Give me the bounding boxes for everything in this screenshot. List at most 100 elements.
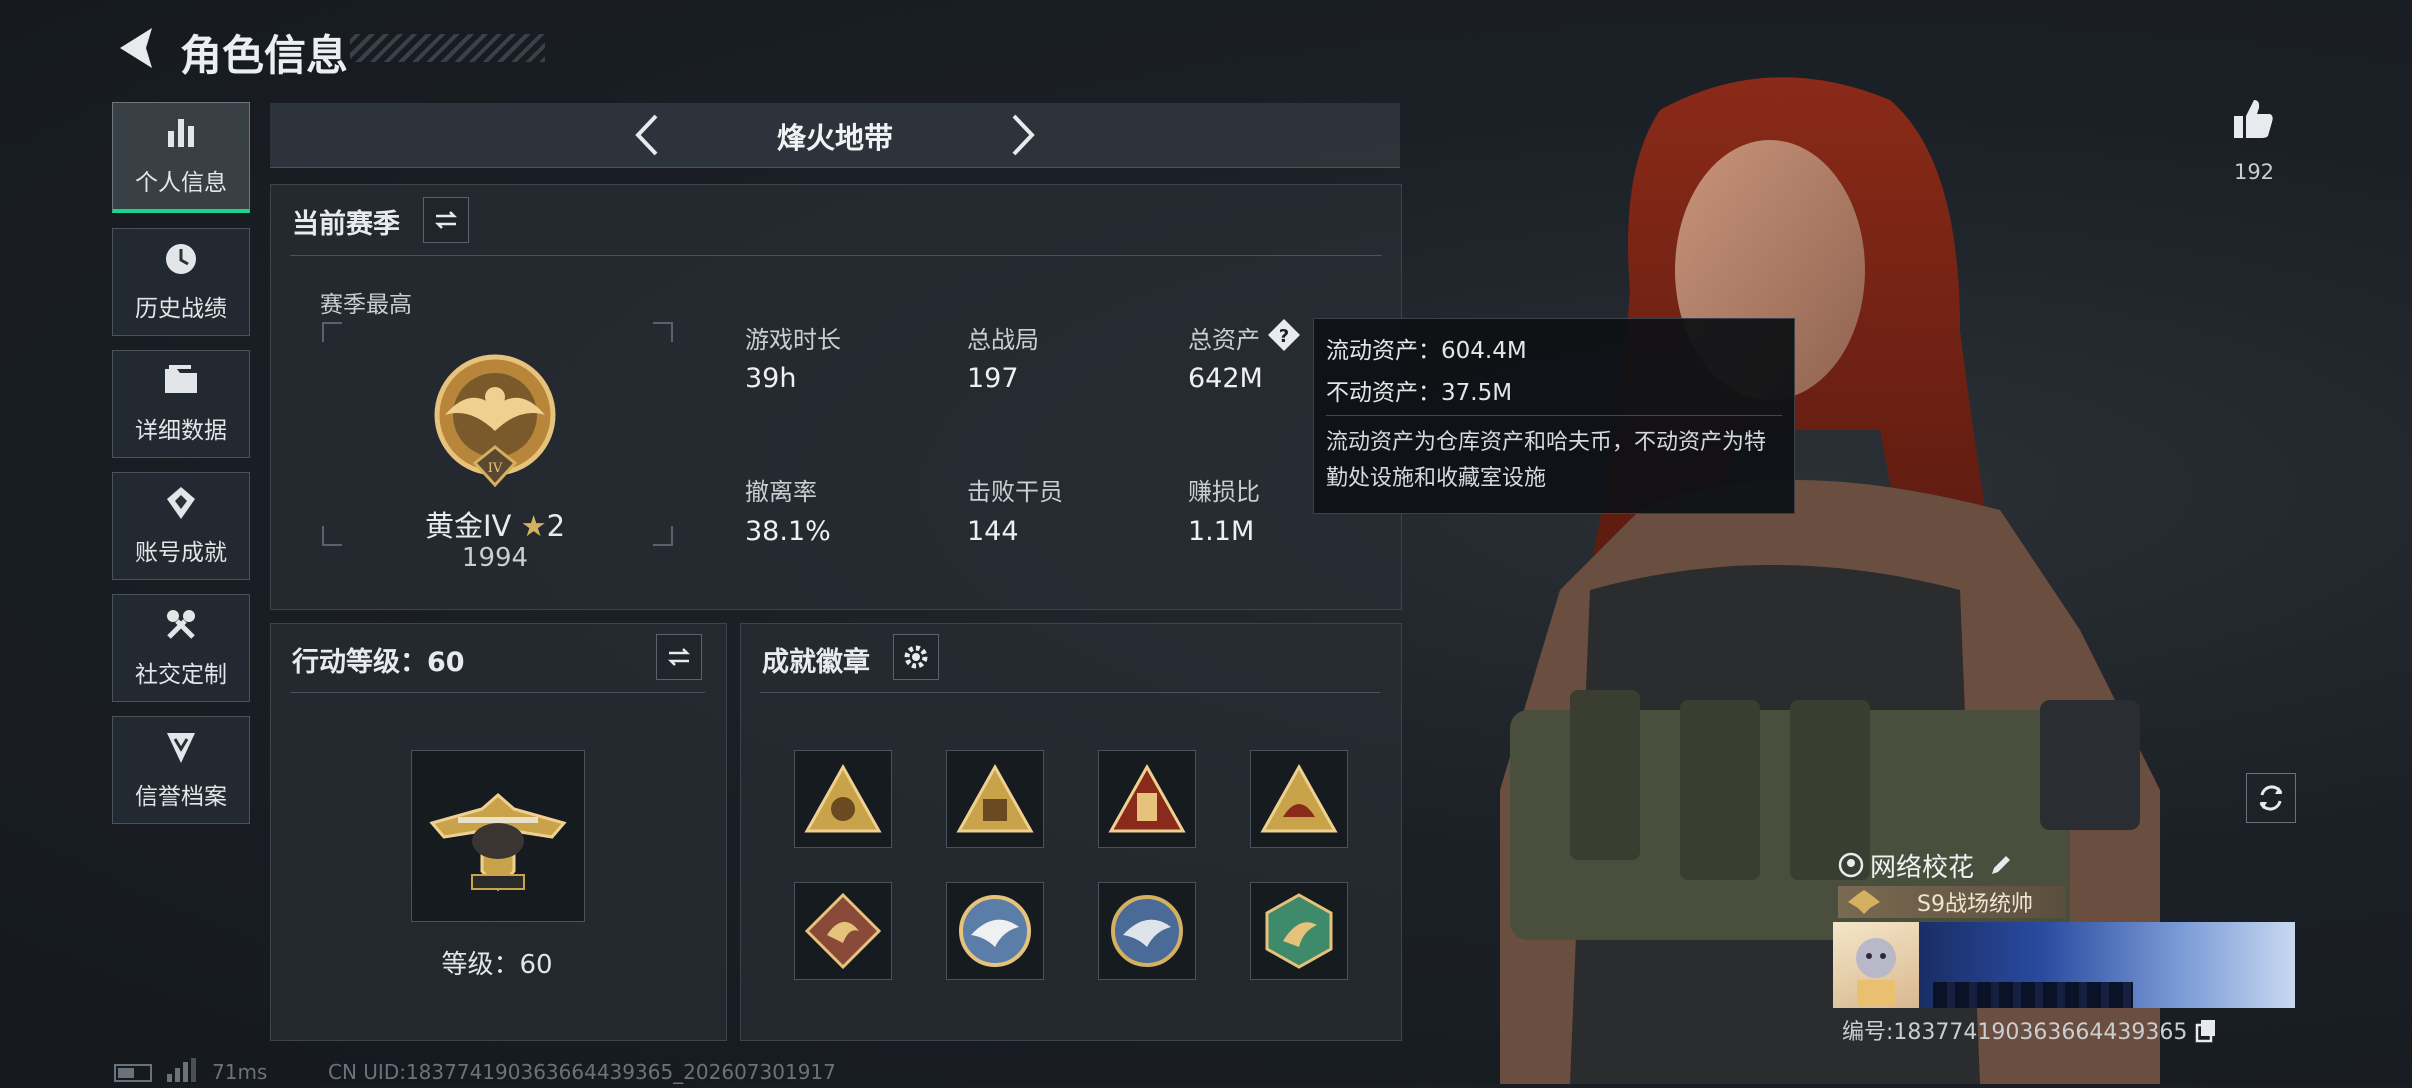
achievement-badge[interactable] — [1250, 882, 1348, 980]
tooltip-divider — [1326, 415, 1782, 416]
sidebar-item-label: 详细数据 — [135, 418, 227, 444]
folder-icon — [163, 363, 199, 407]
action-level-title: 行动等级：60 — [292, 647, 465, 678]
sidebar-item-label: 历史战绩 — [135, 296, 227, 322]
back-arrow-icon — [120, 28, 152, 68]
profile-name: 网络校花 — [1870, 852, 1975, 883]
sidebar-item-label: 信誉档案 — [135, 784, 227, 810]
title-badge-icon — [1844, 888, 1884, 916]
season-best-label: 赛季最高 — [320, 292, 412, 318]
profile-title-bar: S9战场统帅 — [1838, 886, 2066, 918]
switch-level-button[interactable] — [656, 634, 702, 680]
season-divider — [290, 255, 1382, 256]
triangle-badge-icon — [1108, 763, 1186, 833]
profile-banner[interactable] — [1833, 922, 2295, 1008]
sidebar-item-profile[interactable]: 个人信息 — [112, 102, 250, 213]
achievements-title: 成就徽章 — [762, 647, 870, 678]
eagle-badge-icon — [959, 895, 1031, 967]
like-button[interactable] — [2232, 96, 2276, 142]
rank-score: 1994 — [461, 543, 529, 573]
achievement-badge[interactable] — [794, 750, 892, 848]
swap-icon — [667, 648, 691, 666]
triangle-badge-icon — [956, 763, 1034, 833]
profile-title: S9战场统帅 — [1917, 892, 2033, 917]
clock-icon — [163, 241, 199, 285]
switch-season-button[interactable] — [423, 197, 469, 243]
rotate-model-button[interactable] — [2246, 773, 2296, 823]
achievement-badge[interactable] — [1098, 750, 1196, 848]
achievements-divider — [760, 692, 1380, 693]
ping-text: 71ms — [212, 1060, 268, 1084]
stat-label: 总资产 — [1188, 326, 1260, 354]
achievement-badge[interactable] — [1098, 882, 1196, 980]
achievement-badge[interactable] — [946, 750, 1044, 848]
frame-corner — [322, 322, 342, 342]
hexagon-badge-icon — [1265, 893, 1333, 969]
frame-corner — [653, 526, 673, 546]
stat-label: 击败干员 — [967, 478, 1063, 506]
stat-value: 642M — [1188, 363, 1263, 394]
season-title: 当前赛季 — [292, 209, 400, 240]
profile-id: 编号:183774190363664439365 — [1842, 1020, 2188, 1045]
user-icon — [1838, 852, 1864, 878]
signal-icon — [166, 1058, 196, 1082]
level-text: 等级：60 — [441, 950, 553, 980]
edit-name-button[interactable] — [1988, 852, 2014, 878]
back-button[interactable] — [112, 22, 160, 74]
sidebar-item-achievements[interactable]: 账号成就 — [112, 472, 250, 580]
stat-value: 1.1M — [1188, 516, 1255, 547]
title-decoration — [350, 34, 545, 62]
thumbs-up-icon — [2234, 100, 2273, 138]
asset-tooltip: 流动资产：604.4M 不动资产：37.5M 流动资产为仓库资产和哈夫币，不动资… — [1313, 318, 1795, 514]
wrench-icon — [163, 607, 199, 651]
uid-text: CN UID:183774190363664439365_20260730191… — [328, 1060, 836, 1084]
sidebar-item-label: 账号成就 — [135, 540, 227, 566]
sidebar-item-history[interactable]: 历史战绩 — [112, 228, 250, 336]
pencil-icon — [1992, 856, 2011, 874]
stat-value: 144 — [967, 516, 1019, 547]
tooltip-liquid: 流动资产：604.4M — [1326, 338, 1527, 364]
stat-value: 39h — [745, 363, 797, 394]
sidebar-item-details[interactable]: 详细数据 — [112, 350, 250, 458]
profile-id-row: 编号:183774190363664439365 — [1842, 1014, 2219, 1046]
badge-settings-button[interactable] — [893, 634, 939, 680]
chevron-right-icon — [1012, 114, 1035, 156]
page-title: 角色信息 — [180, 31, 349, 80]
svg-text:?: ? — [1279, 326, 1289, 347]
triangle-badge-icon — [1260, 763, 1338, 833]
rank-stars: 2 — [546, 509, 566, 543]
achievement-badge[interactable] — [794, 882, 892, 980]
gear-icon — [904, 645, 928, 669]
avatar — [1833, 922, 1919, 1008]
sidebar-item-social[interactable]: 社交定制 — [112, 594, 250, 702]
banner-skyline — [1933, 982, 2133, 1008]
tooltip-fixed: 不动资产：37.5M — [1326, 380, 1513, 406]
stat-value: 38.1% — [745, 516, 831, 547]
help-icon[interactable]: ? — [1267, 318, 1301, 352]
copy-icon — [2196, 1020, 2216, 1043]
tooltip-desc: 流动资产为仓库资产和哈夫币，不动资产为特勤处设施和收藏室设施 — [1326, 430, 1767, 491]
sidebar-item-label: 个人信息 — [135, 170, 227, 196]
achievement-badge[interactable] — [946, 882, 1044, 980]
chevron-left-icon — [635, 114, 658, 156]
mode-label: 烽火地带 — [776, 121, 893, 155]
prev-mode-button[interactable] — [628, 110, 668, 160]
rank-name-text: 黄金IV — [424, 509, 512, 543]
frame-corner — [322, 526, 342, 546]
sidebar-item-reputation[interactable]: 信誉档案 — [112, 716, 250, 824]
helicopter-emblem-icon — [429, 793, 567, 892]
refresh-icon — [2259, 785, 2283, 811]
stat-label: 总战局 — [967, 326, 1039, 354]
next-mode-button[interactable] — [1002, 110, 1042, 160]
copy-id-button[interactable] — [2193, 1017, 2219, 1043]
triangle-badge-icon — [804, 763, 882, 833]
stat-label: 赚损比 — [1188, 478, 1260, 506]
battery-icon — [114, 1064, 152, 1082]
shield-icon — [163, 729, 199, 773]
dragon-badge-icon — [804, 892, 882, 970]
like-count: 192 — [2233, 160, 2275, 184]
svg-text:IV: IV — [488, 461, 503, 476]
bar-chart-icon — [164, 115, 198, 159]
achievement-badge[interactable] — [1250, 750, 1348, 848]
level-emblem-frame — [411, 750, 585, 922]
